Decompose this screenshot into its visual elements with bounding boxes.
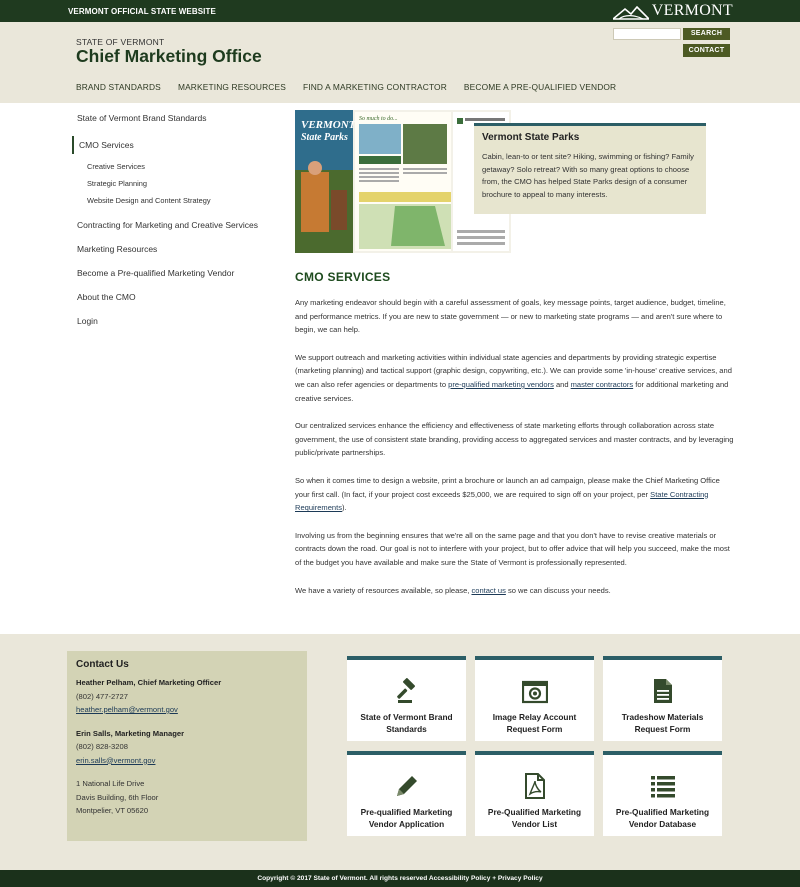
- tile-tradeshow[interactable]: Tradeshow Materials Request Form: [603, 656, 722, 741]
- official-site-label: VERMONT OFFICIAL STATE WEBSITE: [68, 6, 216, 16]
- tile-label: Image Relay Account Request Form: [492, 712, 577, 734]
- tile-label: Pre-qualified Marketing Vendor Applicati…: [360, 807, 453, 829]
- contact-us-link[interactable]: contact us: [471, 586, 505, 595]
- pdf-icon: [525, 773, 545, 799]
- mountain-icon: [612, 6, 649, 20]
- paragraph: Involving us from the beginning ensures …: [295, 530, 730, 567]
- nav-marketing-resources[interactable]: MARKETING RESOURCES: [178, 82, 286, 92]
- sidebar-subitem-website-design[interactable]: Website Design and Content Strategy: [72, 192, 272, 209]
- sidebar-item-marketing-resources[interactable]: Marketing Resources: [72, 239, 272, 263]
- sidebar: State of Vermont Brand Standards CMO Ser…: [72, 108, 272, 335]
- brochure-tagline: So much to do...: [359, 116, 398, 122]
- paragraph: We support outreach and marketing activi…: [295, 352, 732, 403]
- sidebar-item-login[interactable]: Login: [72, 311, 272, 335]
- top-bar: VERMONT OFFICIAL STATE WEBSITE VERMONT: [0, 0, 800, 22]
- pencil-icon: [397, 776, 417, 796]
- vermont-logo[interactable]: VERMONT: [612, 2, 733, 20]
- tile-label: State of Vermont Brand Standards: [360, 712, 453, 734]
- main-nav: BRAND STANDARDS MARKETING RESOURCES FIND…: [76, 82, 616, 92]
- contact-phone: (802) 828-3208: [76, 742, 128, 751]
- contact-name: Erin Salls, Marketing Manager: [76, 728, 185, 738]
- tile-label: Pre-Qualified Marketing Vendor Database: [615, 807, 710, 829]
- prequalified-vendors-link[interactable]: pre-qualified marketing vendors: [448, 380, 554, 389]
- address-line: Montpelier, VT 05620: [76, 806, 149, 815]
- sidebar-item-become-vendor[interactable]: Become a Pre-qualified Marketing Vendor: [72, 263, 272, 287]
- camera-icon: [522, 680, 548, 704]
- site-header: STATE OF VERMONT Chief Marketing Office …: [0, 22, 800, 103]
- contact-email-link[interactable]: erin.salls@vermont.gov: [76, 756, 155, 765]
- address-line: Davis Building, 6th Floor: [76, 792, 159, 802]
- tile-vendor-list[interactable]: Pre-Qualified Marketing Vendor List: [475, 751, 594, 836]
- gavel-icon: [397, 678, 415, 703]
- tile-label: Pre-Qualified Marketing Vendor List: [487, 807, 582, 829]
- sidebar-item-contracting[interactable]: Contracting for Marketing and Creative S…: [72, 215, 272, 239]
- sidebar-subitem-creative-services[interactable]: Creative Services: [72, 158, 272, 175]
- sidebar-item-about[interactable]: About the CMO: [72, 287, 272, 311]
- document-icon: [654, 679, 672, 703]
- contact-phone: (802) 477-2727: [76, 691, 128, 701]
- nav-become-vendor[interactable]: BECOME A PRE-QUALIFIED VENDOR: [464, 82, 616, 92]
- logo-text: VERMONT: [651, 2, 733, 19]
- nav-find-contractor[interactable]: FIND A MARKETING CONTRACTOR: [303, 82, 447, 92]
- tile-image-relay[interactable]: Image Relay Account Request Form: [475, 656, 594, 741]
- paragraph: Any marketing endeavor should begin with…: [295, 298, 726, 335]
- contact-button[interactable]: CONTACT: [683, 44, 730, 57]
- tile-vendor-application[interactable]: Pre-qualified Marketing Vendor Applicati…: [347, 751, 466, 836]
- sidebar-item-cmo-services[interactable]: CMO Services: [72, 136, 272, 154]
- list-icon: [651, 776, 675, 798]
- contact-name: Heather Pelham, Chief Marketing Officer: [76, 678, 222, 687]
- copyright-bar: Copyright © 2017 State of Vermont. All r…: [0, 870, 800, 887]
- address-line: 1 National Life Drive: [76, 779, 145, 788]
- paragraph: We have a variety of resources available…: [295, 585, 611, 595]
- paragraph: So when it comes time to design a websit…: [295, 475, 720, 513]
- sidebar-item-brand-standards[interactable]: State of Vermont Brand Standards: [72, 108, 272, 132]
- search-button[interactable]: SEARCH: [683, 28, 730, 40]
- paragraph: Our centralized services enhance the eff…: [295, 421, 734, 458]
- tile-vendor-database[interactable]: Pre-Qualified Marketing Vendor Database: [603, 751, 722, 836]
- nav-brand-standards[interactable]: BRAND STANDARDS: [76, 82, 161, 92]
- brochure-title: VERMONT: [301, 119, 357, 131]
- footer: Contact Us Heather Pelham, Chief Marketi…: [0, 634, 800, 870]
- search-input[interactable]: [613, 28, 681, 40]
- main-content: Any marketing endeavor should begin with…: [295, 296, 735, 611]
- callout-box: Vermont State Parks Cabin, lean-to or te…: [474, 123, 706, 214]
- callout-text: Cabin, lean-to or tent site? Hiking, swi…: [482, 152, 694, 199]
- brochure-subtitle: State Parks: [301, 132, 348, 143]
- page-title[interactable]: Chief Marketing Office: [76, 46, 262, 67]
- contact-box: Contact Us Heather Pelham, Chief Marketi…: [67, 651, 307, 841]
- contact-title: Contact Us: [76, 659, 129, 670]
- section-title: CMO SERVICES: [295, 270, 391, 284]
- callout-title: Vermont State Parks: [482, 132, 580, 143]
- tile-brand-standards[interactable]: State of Vermont Brand Standards: [347, 656, 466, 741]
- master-contractors-link[interactable]: master contractors: [571, 380, 634, 389]
- tile-label: Tradeshow Materials Request Form: [621, 712, 704, 734]
- sidebar-subitem-strategic-planning[interactable]: Strategic Planning: [72, 175, 272, 192]
- contact-email-link[interactable]: heather.pelham@vermont.gov: [76, 705, 178, 714]
